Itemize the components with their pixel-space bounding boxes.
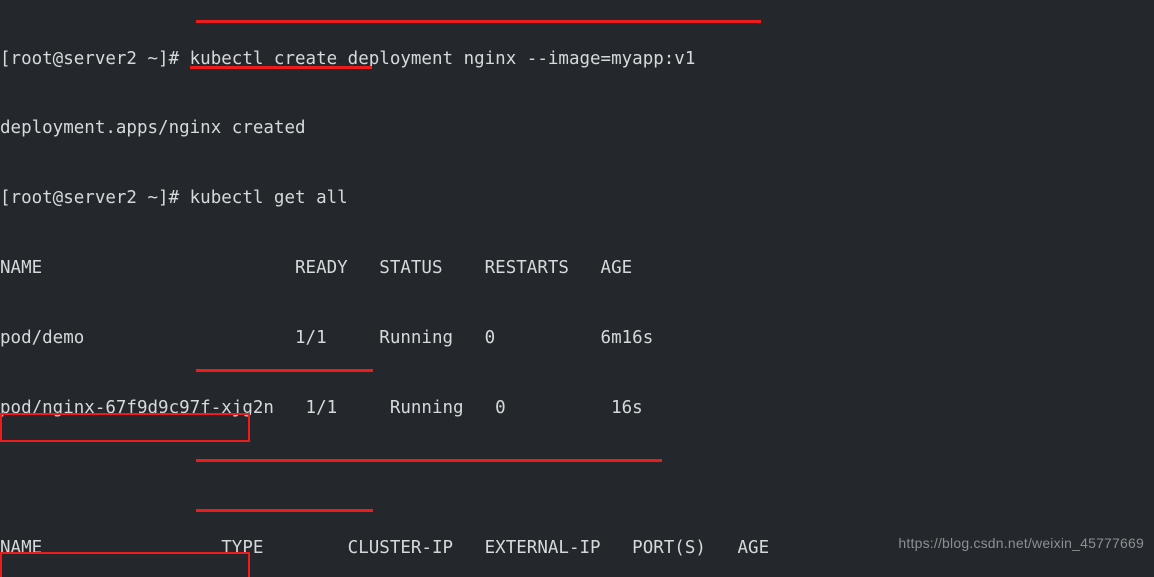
terminal-line: [root@server2 ~]# kubectl get all bbox=[0, 188, 348, 209]
terminal-line: [root@server2 ~]# kubectl create deploym… bbox=[0, 48, 696, 69]
terminal-line: pod/nginx-67f9d9c97f-xjg2n 1/1 Running 0… bbox=[0, 398, 643, 419]
terminal-line: NAME READY STATUS RESTARTS AGE bbox=[0, 258, 633, 279]
terminal-line: pod/demo 1/1 Running 0 6m16s bbox=[0, 328, 654, 349]
terminal-output: [root@server2 ~]# kubectl create deploym… bbox=[0, 1, 1154, 577]
terminal-line: deployment.apps/nginx created bbox=[0, 118, 306, 139]
terminal-window[interactable]: [root@server2 ~]# kubectl create deploym… bbox=[0, 0, 1154, 577]
watermark-url: https://blog.csdn.net/weixin_45777669 bbox=[898, 534, 1144, 551]
